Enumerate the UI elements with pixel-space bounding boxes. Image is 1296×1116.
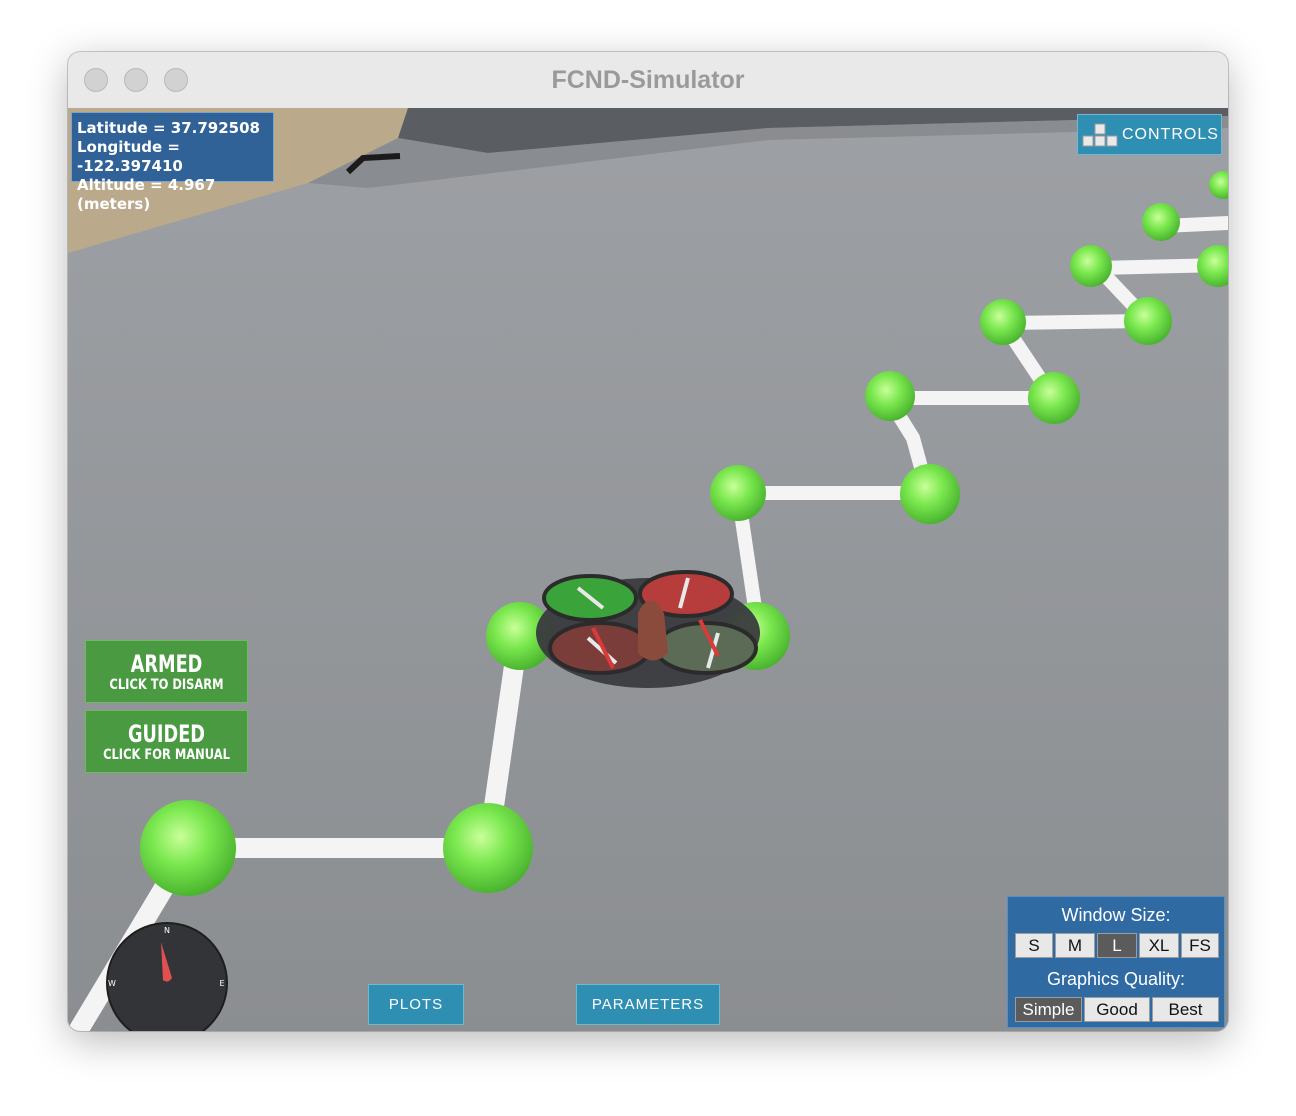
waypoint-9	[980, 299, 1026, 345]
waypoint-6	[900, 464, 960, 524]
simulator-window: FCND-Simulator Latitude = 37.792508 Long…	[68, 52, 1228, 1031]
window-title: FCND-Simulator	[551, 66, 745, 94]
graphics-best[interactable]: Best	[1152, 997, 1219, 1022]
compass-west: W	[108, 979, 116, 988]
graphics-simple[interactable]: Simple	[1015, 997, 1082, 1022]
guided-title: GUIDED	[127, 720, 205, 748]
window-size-label: Window Size:	[1061, 905, 1171, 925]
window-size-m[interactable]: M	[1055, 933, 1095, 958]
guided-button[interactable]: GUIDED CLICK FOR MANUAL	[85, 710, 248, 773]
waypoint-2	[443, 803, 533, 893]
controls-button[interactable]: CONTROLS	[1077, 114, 1222, 155]
longitude-readout: Longitude = -122.397410	[77, 138, 183, 175]
waypoint-10	[1124, 297, 1172, 345]
graphics-good[interactable]: Good	[1084, 997, 1150, 1022]
graphics-quality-label: Graphics Quality:	[1046, 969, 1186, 989]
controls-icon	[1082, 123, 1118, 147]
compass-north: N	[164, 926, 170, 935]
waypoint-1	[140, 800, 236, 896]
window-size-s[interactable]: S	[1015, 933, 1053, 958]
waypoint-13	[1142, 203, 1180, 241]
waypoint-11	[1070, 245, 1112, 287]
armed-button[interactable]: ARMED CLICK TO DISARM	[85, 640, 248, 703]
latitude-readout: Latitude = 37.792508	[77, 119, 260, 137]
guided-subtitle: CLICK FOR MANUAL	[103, 747, 230, 763]
scene-render	[68, 108, 1228, 1031]
compass: N S E W	[106, 922, 228, 1031]
altitude-readout: Altitude = 4.967 (meters)	[77, 176, 216, 213]
waypoint-8	[1028, 372, 1080, 424]
gps-readout: Latitude = 37.792508 Longitude = -122.39…	[71, 112, 274, 213]
parameters-button[interactable]: PARAMETERS	[576, 984, 720, 1025]
plots-button[interactable]: PLOTS	[368, 984, 464, 1025]
controls-label: CONTROLS	[1122, 126, 1219, 143]
title-bar: FCND-Simulator	[68, 52, 1228, 109]
window-size-xl[interactable]: XL	[1139, 933, 1179, 958]
compass-east: E	[219, 979, 224, 988]
quadcopter	[536, 570, 760, 688]
ground-plane	[68, 108, 1228, 1031]
waypoint-7	[865, 371, 915, 421]
window-size-l[interactable]: L	[1097, 933, 1137, 958]
3d-viewport[interactable]: Latitude = 37.792508 Longitude = -122.39…	[68, 108, 1228, 1031]
armed-subtitle: CLICK TO DISARM	[109, 677, 224, 693]
armed-title: ARMED	[130, 650, 203, 678]
window-size-fs[interactable]: FS	[1181, 933, 1219, 958]
waypoint-5	[710, 465, 766, 521]
settings-panel: Window Size: S M L XL FS Graphics Qualit…	[1007, 896, 1225, 1028]
